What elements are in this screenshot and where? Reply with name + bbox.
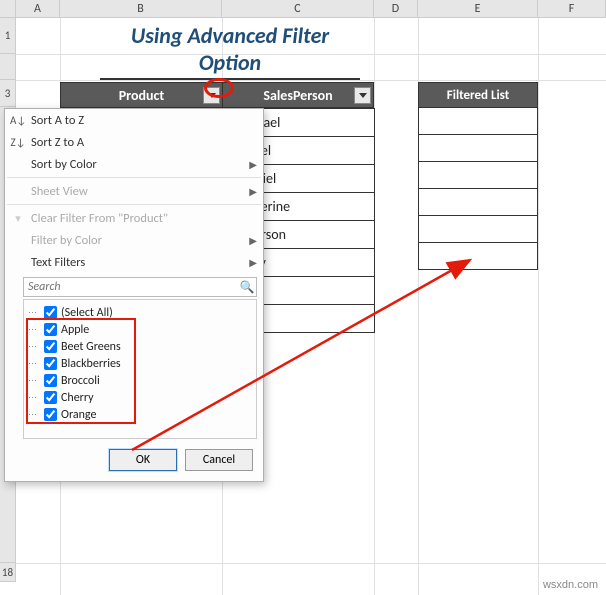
- row-3[interactable]: 3: [0, 80, 16, 107]
- filter-item-label: Cherry: [61, 391, 94, 405]
- filter-button-product[interactable]: [203, 87, 220, 104]
- clear-filter-icon: ▾: [10, 212, 26, 225]
- sheet-view-item: Sheet View ▶: [5, 180, 263, 202]
- corner-cell[interactable]: [0, 0, 16, 17]
- filtered-list-header: Filtered List: [418, 82, 538, 108]
- submenu-arrow-icon: ▶: [249, 234, 257, 247]
- select-all-checkbox[interactable]: [44, 306, 57, 319]
- page-title: Using Advanced Filter Option: [100, 22, 360, 80]
- sort-color-label: Sort by Color: [31, 157, 97, 172]
- filter-item[interactable]: ⋯Beet Greens: [28, 338, 252, 355]
- filtered-list-row[interactable]: [419, 162, 537, 189]
- header-salesperson-label: SalesPerson: [263, 87, 332, 104]
- search-input[interactable]: [24, 280, 238, 294]
- col-F[interactable]: F: [538, 0, 606, 17]
- submenu-arrow-icon: ▶: [249, 256, 257, 269]
- sort-asc-icon: A↓: [10, 114, 26, 127]
- filtered-list-row[interactable]: [419, 108, 537, 135]
- clear-filter-item: ▾ Clear Filter From "Product": [5, 207, 263, 229]
- filtered-list-row[interactable]: [419, 189, 537, 216]
- sort-asc-label: Sort A to Z: [31, 113, 84, 128]
- col-B[interactable]: B: [60, 0, 222, 17]
- filter-by-color-item: Filter by Color ▶: [5, 229, 263, 251]
- header-product: Product: [60, 82, 222, 108]
- text-filters-label: Text Filters: [31, 255, 85, 270]
- col-D[interactable]: D: [374, 0, 418, 17]
- header-salesperson: SalesPerson: [222, 82, 374, 108]
- filter-item[interactable]: ⋯Orange: [28, 406, 252, 423]
- text-filters-item[interactable]: Text Filters ▶: [5, 251, 263, 273]
- filter-item-label: Broccoli: [61, 374, 100, 388]
- row-18[interactable]: 18: [0, 563, 16, 582]
- separator: [7, 204, 261, 205]
- dialog-buttons: OK Cancel: [5, 441, 263, 481]
- filter-item[interactable]: ⋯Apple: [28, 321, 252, 338]
- search-icon: 🔍: [238, 280, 256, 295]
- filter-item-label: Apple: [61, 323, 89, 337]
- submenu-arrow-icon: ▶: [249, 158, 257, 171]
- watermark: wsxdn.com: [543, 579, 598, 591]
- col-E[interactable]: E: [418, 0, 538, 17]
- filter-checklist: ⋯(Select All) ⋯Apple ⋯Beet Greens ⋯Black…: [23, 299, 257, 439]
- filter-color-label: Filter by Color: [31, 233, 102, 248]
- filtered-list-row[interactable]: [419, 243, 537, 270]
- filter-item-checkbox[interactable]: [44, 357, 57, 370]
- filtered-list-row[interactable]: [419, 135, 537, 162]
- filtered-list-row[interactable]: [419, 216, 537, 243]
- data-table-header: Product SalesPerson: [60, 82, 374, 108]
- col-A[interactable]: A: [16, 0, 60, 17]
- filter-item-checkbox[interactable]: [44, 408, 57, 421]
- filter-item-label: Beet Greens: [61, 340, 121, 354]
- search-box[interactable]: 🔍: [23, 277, 257, 297]
- sort-asc-item[interactable]: A↓ Sort A to Z: [5, 109, 263, 131]
- sort-by-color-item[interactable]: Sort by Color ▶: [5, 153, 263, 175]
- filter-item-label: Blackberries: [61, 357, 121, 371]
- col-C[interactable]: C: [222, 0, 374, 17]
- submenu-arrow-icon: ▶: [249, 185, 257, 198]
- filter-item-checkbox[interactable]: [44, 323, 57, 336]
- select-all-label: (Select All): [61, 306, 113, 320]
- separator: [7, 177, 261, 178]
- filter-item-checkbox[interactable]: [44, 391, 57, 404]
- filter-dropdown: A↓ Sort A to Z Z↓ Sort Z to A Sort by Colo…: [4, 108, 264, 482]
- filter-item[interactable]: ⋯Broccoli: [28, 372, 252, 389]
- cancel-button[interactable]: Cancel: [185, 449, 253, 471]
- sheet-view-label: Sheet View: [31, 184, 88, 199]
- filtered-list-table: Filtered List: [418, 82, 538, 270]
- filter-item-checkbox[interactable]: [44, 374, 57, 387]
- filter-button-salesperson[interactable]: [354, 87, 371, 104]
- sort-desc-item[interactable]: Z↓ Sort Z to A: [5, 131, 263, 153]
- column-headers: A B C D E F: [0, 0, 606, 18]
- clear-filter-label: Clear Filter From "Product": [31, 211, 168, 226]
- filter-item-checkbox[interactable]: [44, 340, 57, 353]
- header-product-label: Product: [119, 87, 165, 104]
- filter-item[interactable]: ⋯Cherry: [28, 389, 252, 406]
- ok-button[interactable]: OK: [109, 449, 177, 471]
- row-1[interactable]: 1: [0, 18, 16, 54]
- filter-item-label: Orange: [61, 408, 96, 422]
- filter-item[interactable]: ⋯Blackberries: [28, 355, 252, 372]
- sort-desc-label: Sort Z to A: [31, 135, 84, 150]
- sort-desc-icon: Z↓: [10, 136, 26, 149]
- select-all-item[interactable]: ⋯(Select All): [28, 304, 252, 321]
- row-2[interactable]: [0, 54, 16, 80]
